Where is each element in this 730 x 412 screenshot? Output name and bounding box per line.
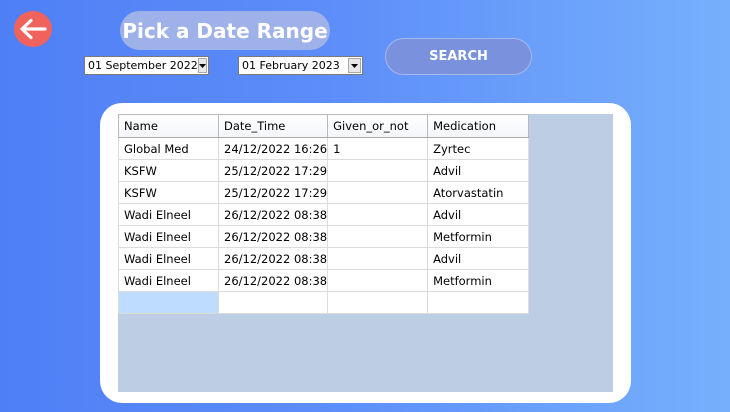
cell-medication[interactable]: Advil: [427, 203, 530, 226]
cell-name[interactable]: KSFW: [118, 159, 219, 182]
table-row[interactable]: Global Med 24/12/2022 16:26 1 Zyrtec: [118, 137, 530, 160]
end-date-picker[interactable]: 01 February 2023: [238, 56, 363, 75]
new-row-cell[interactable]: [427, 291, 530, 314]
cell-date-time[interactable]: 24/12/2022 16:26: [217, 137, 329, 160]
arrow-left-icon: [18, 18, 48, 40]
cell-medication[interactable]: Zyrtec: [427, 137, 530, 160]
cell-date-time[interactable]: 26/12/2022 08:38: [217, 247, 329, 270]
cell-name[interactable]: Global Med: [118, 137, 219, 160]
cell-given-or-not[interactable]: [327, 247, 429, 270]
start-date-picker[interactable]: 01 September 2022: [84, 56, 209, 75]
cell-medication[interactable]: Metformin: [427, 269, 530, 292]
new-row-cell-selected[interactable]: [118, 291, 219, 314]
cell-medication[interactable]: Advil: [427, 247, 530, 270]
cell-medication[interactable]: Advil: [427, 159, 530, 182]
new-row-cell[interactable]: [217, 291, 329, 314]
cell-given-or-not[interactable]: [327, 225, 429, 248]
column-header-medication[interactable]: Medication: [427, 114, 530, 138]
cell-name[interactable]: Wadi Elneel: [118, 203, 219, 226]
new-row[interactable]: [118, 291, 530, 314]
cell-date-time[interactable]: 25/12/2022 17:29: [217, 181, 329, 204]
cell-given-or-not[interactable]: [327, 269, 429, 292]
cell-name[interactable]: Wadi Elneel: [118, 269, 219, 292]
results-table: Name Date_Time Given_or_not Medication G…: [118, 114, 530, 314]
cell-date-time[interactable]: 25/12/2022 17:29: [217, 159, 329, 182]
cell-date-time[interactable]: 26/12/2022 08:38: [217, 203, 329, 226]
chevron-down-icon[interactable]: [197, 58, 207, 73]
table-row[interactable]: Wadi Elneel 26/12/2022 08:38 Advil: [118, 203, 530, 226]
column-header-date-time[interactable]: Date_Time: [217, 114, 329, 138]
column-header-name[interactable]: Name: [118, 114, 219, 138]
search-button[interactable]: SEARCH: [385, 38, 532, 75]
chevron-down-icon[interactable]: [348, 58, 361, 73]
page-title: Pick a Date Range: [120, 11, 330, 50]
cell-given-or-not[interactable]: [327, 181, 429, 204]
table-row[interactable]: Wadi Elneel 26/12/2022 08:38 Metformin: [118, 269, 530, 292]
back-button[interactable]: [14, 11, 52, 47]
cell-name[interactable]: KSFW: [118, 181, 219, 204]
table-row[interactable]: Wadi Elneel 26/12/2022 08:38 Metformin: [118, 225, 530, 248]
table-row[interactable]: KSFW 25/12/2022 17:29 Advil: [118, 159, 530, 182]
end-date-value: 01 February 2023: [242, 59, 340, 72]
cell-name[interactable]: Wadi Elneel: [118, 247, 219, 270]
new-row-cell[interactable]: [327, 291, 429, 314]
cell-given-or-not[interactable]: [327, 203, 429, 226]
cell-medication[interactable]: Metformin: [427, 225, 530, 248]
cell-given-or-not[interactable]: [327, 159, 429, 182]
cell-date-time[interactable]: 26/12/2022 08:38: [217, 269, 329, 292]
table-row[interactable]: KSFW 25/12/2022 17:29 Atorvastatin: [118, 181, 530, 204]
table-row[interactable]: Wadi Elneel 26/12/2022 08:38 Advil: [118, 247, 530, 270]
column-header-given-or-not[interactable]: Given_or_not: [327, 114, 429, 138]
cell-date-time[interactable]: 26/12/2022 08:38: [217, 225, 329, 248]
start-date-value: 01 September 2022: [88, 59, 198, 72]
cell-given-or-not[interactable]: 1: [327, 137, 429, 160]
cell-medication[interactable]: Atorvastatin: [427, 181, 530, 204]
cell-name[interactable]: Wadi Elneel: [118, 225, 219, 248]
